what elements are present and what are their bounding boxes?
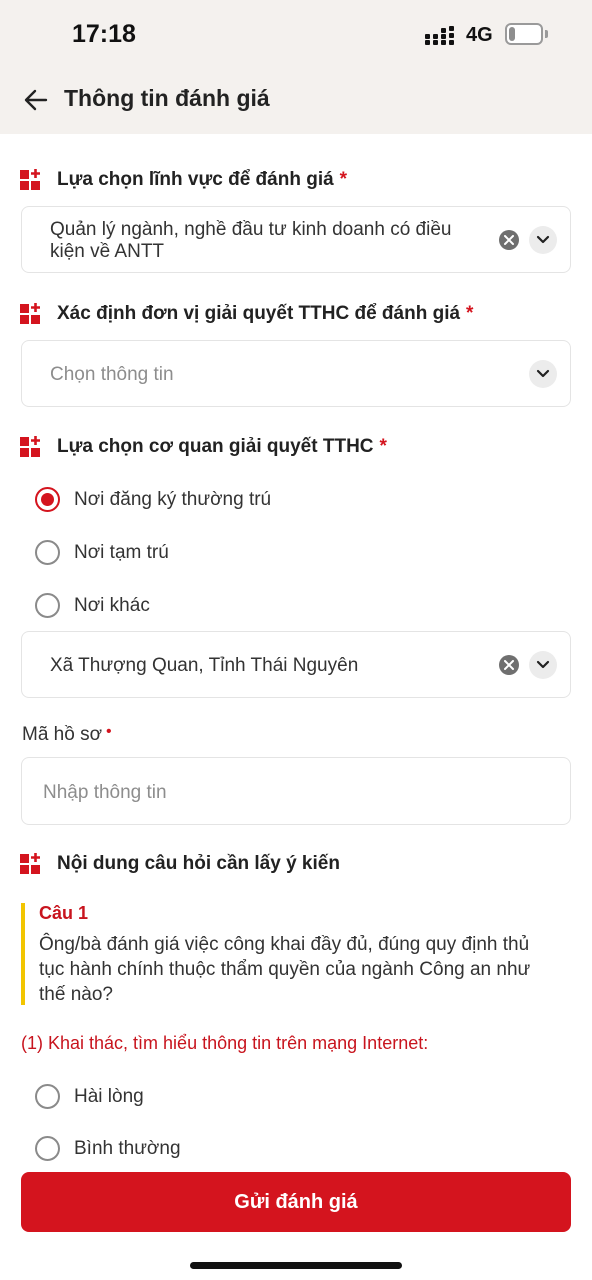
radio-button[interactable] [35,1136,60,1161]
section-field-unit-title: Xác định đơn vị giải quyết TTHC để đánh … [20,302,473,325]
location-select[interactable]: Xã Thượng Quan, Tỉnh Thái Nguyên [21,631,571,698]
radio-button-checked[interactable] [35,487,60,512]
required-mark: • [106,723,112,740]
radio-option-permanent[interactable]: Nơi đăng ký thường trú [35,487,271,512]
radio-option-other[interactable]: Nơi khác [35,593,150,618]
section-agency-title: Lựa chọn cơ quan giải quyết TTHC * [20,435,387,458]
submit-button[interactable]: Gửi đánh giá [21,1172,571,1232]
section-label: Xác định đơn vị giải quyết TTHC để đánh … [57,302,461,324]
chevron-down-icon[interactable] [529,360,557,388]
grid-plus-icon [20,436,40,457]
radio-label: Nơi khác [74,594,150,616]
radio-label: Nơi tạm trú [74,541,169,563]
battery-level: 21 [515,25,533,42]
field-area-select[interactable]: Quản lý ngành, nghề đầu tư kinh doanh có… [21,206,571,273]
home-indicator [190,1262,402,1269]
battery-tip [545,30,548,38]
chevron-down-icon[interactable] [529,226,557,254]
section-field-area-title: Lựa chọn lĩnh vực để đánh giá * [20,168,347,191]
location-value: Xã Thượng Quan, Tỉnh Thái Nguyên [50,655,359,676]
file-code-input[interactable]: Nhập thông tin [21,757,571,825]
radio-button[interactable] [35,540,60,565]
arrow-left-icon[interactable] [22,86,50,114]
sub-question-label: (1) Khai thác, tìm hiểu thông tin trên m… [21,1033,429,1053]
answer-option-normal[interactable]: Bình thường [35,1136,181,1161]
field-unit-placeholder: Chọn thông tin [50,364,174,385]
status-time: 17:18 [72,20,136,48]
radio-option-temporary[interactable]: Nơi tạm trú [35,540,169,565]
battery-icon: 21 [505,23,543,45]
required-mark: * [466,302,474,324]
status-bar: 17:18 4G 21 [0,0,592,70]
radio-button[interactable] [35,1084,60,1109]
file-code-label: Mã hồ sơ • [22,723,112,746]
section-questions-title: Nội dung câu hỏi cần lấy ý kiến [20,852,340,875]
chevron-down-icon[interactable] [529,651,557,679]
file-code-label-text: Mã hồ sơ [22,724,103,745]
grid-plus-icon [20,303,40,324]
question-number: Câu 1 [39,903,89,923]
close-circle-icon[interactable] [499,655,519,675]
network-type: 4G [466,24,493,46]
close-circle-icon[interactable] [499,230,519,250]
radio-label: Nơi đăng ký thường trú [74,488,272,510]
app-header: Thông tin đánh giá [0,70,592,134]
section-label: Lựa chọn cơ quan giải quyết TTHC [57,435,374,457]
section-label: Nội dung câu hỏi cần lấy ý kiến [57,852,340,874]
signal-icon [425,26,454,45]
required-mark: * [379,435,387,457]
field-unit-select[interactable]: Chọn thông tin [21,340,571,407]
file-code-placeholder: Nhập thông tin [43,782,167,803]
required-mark: * [339,168,348,190]
field-area-value: Quản lý ngành, nghề đầu tư kinh doanh có… [50,219,452,262]
answer-option-satisfied[interactable]: Hài lòng [35,1084,144,1109]
radio-button[interactable] [35,593,60,618]
question-card: Câu 1 Ông/bà đánh giá việc công khai đầy… [21,903,561,1005]
section-label: Lựa chọn lĩnh vực để đánh giá [57,168,334,190]
radio-label: Hài lòng [74,1085,144,1107]
grid-plus-icon [20,169,40,190]
question-text: Ông/bà đánh giá việc công khai đầy đủ, đ… [39,934,531,1005]
grid-plus-icon [20,853,40,874]
page-title: Thông tin đánh giá [64,85,270,111]
radio-label: Bình thường [74,1137,181,1159]
